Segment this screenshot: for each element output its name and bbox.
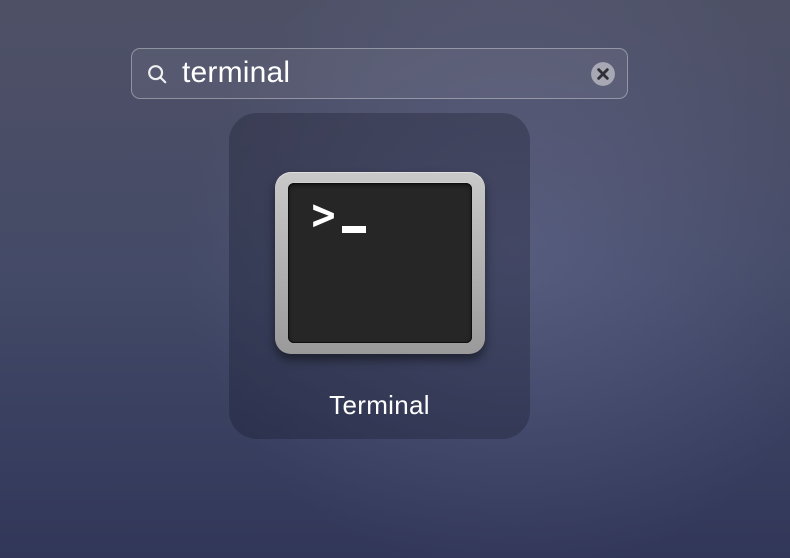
- search-input[interactable]: [168, 50, 589, 98]
- app-result-terminal[interactable]: > Terminal: [229, 113, 530, 439]
- launchpad-search-bar[interactable]: [131, 48, 628, 99]
- app-label: Terminal: [329, 390, 430, 421]
- clear-search-button[interactable]: [589, 60, 617, 88]
- close-icon: [590, 61, 616, 87]
- terminal-app-icon: >: [275, 172, 485, 354]
- search-icon: [146, 63, 168, 85]
